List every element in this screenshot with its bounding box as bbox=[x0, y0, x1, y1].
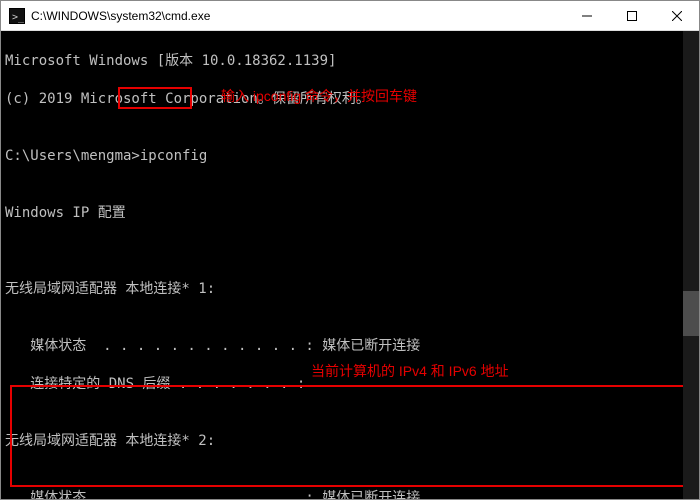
version-line: Microsoft Windows [版本 10.0.18362.1139] bbox=[5, 52, 695, 71]
window-controls bbox=[564, 1, 699, 30]
scrollbar-thumb[interactable] bbox=[683, 291, 699, 336]
svg-text:>_: >_ bbox=[12, 12, 25, 23]
minimize-button[interactable] bbox=[564, 1, 609, 30]
window-title: C:\WINDOWS\system32\cmd.exe bbox=[31, 9, 564, 23]
annotation-text-ipconfig: 输入 ipconfig 命令，并按回车键 bbox=[221, 87, 417, 106]
cmd-icon: >_ bbox=[9, 8, 25, 24]
close-button[interactable] bbox=[654, 1, 699, 30]
adapter1-media-state: 媒体状态 . . . . . . . . . . . . : 媒体已断开连接 bbox=[5, 337, 695, 356]
cmd-window: >_ C:\WINDOWS\system32\cmd.exe Microsoft… bbox=[0, 0, 700, 500]
adapter2-header: 无线局域网适配器 本地连接* 2: bbox=[5, 432, 695, 451]
titlebar: >_ C:\WINDOWS\system32\cmd.exe bbox=[1, 1, 699, 31]
terminal-output[interactable]: Microsoft Windows [版本 10.0.18362.1139] (… bbox=[1, 31, 699, 499]
ipconfig-title: Windows IP 配置 bbox=[5, 204, 695, 223]
annotation-text-ip: 当前计算机的 IPv4 和 IPv6 地址 bbox=[311, 362, 509, 381]
prompt-line-1: C:\Users\mengma>ipconfig bbox=[5, 147, 695, 166]
adapter2-media-state: 媒体状态 . . . . . . . . . . . . : 媒体已断开连接 bbox=[5, 489, 695, 499]
scrollbar-track[interactable] bbox=[683, 31, 699, 499]
maximize-button[interactable] bbox=[609, 1, 654, 30]
adapter1-header: 无线局域网适配器 本地连接* 1: bbox=[5, 280, 695, 299]
